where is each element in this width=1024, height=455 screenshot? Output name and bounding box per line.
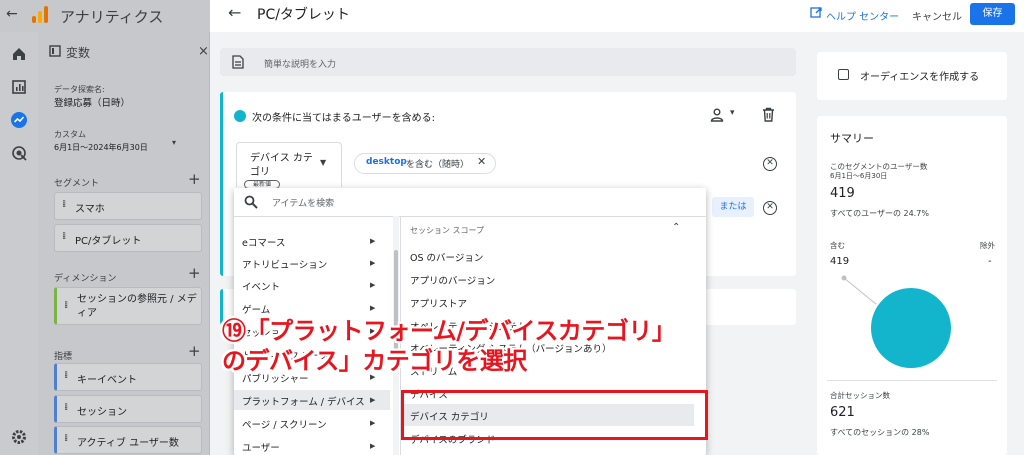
annotation-line-2: のデバイス」カテゴリを選択 [222, 347, 527, 375]
or-button[interactable]: または [712, 197, 754, 217]
home-icon[interactable] [10, 45, 28, 63]
drag-handle-icon[interactable]: ⁞⁞ [64, 402, 69, 413]
dimension-item[interactable]: アプリストア [410, 296, 695, 310]
date-range-value[interactable]: 6月1日～2024年6月30日 [54, 142, 148, 153]
segment-name[interactable]: PC/タブレット [257, 4, 350, 24]
summary-users-value: 419 [830, 186, 855, 201]
dimension-card[interactable]: ⁞⁞ セッションの参照元 / メディア [54, 287, 202, 325]
dataset-label: データ探索名: [54, 85, 105, 94]
pie-leader-dot [841, 275, 847, 281]
dimensions-label: ディメンション [54, 274, 117, 284]
open-in-new-icon[interactable] [810, 7, 822, 19]
segment-label: スマホ [75, 204, 105, 215]
condition-dot-icon [234, 110, 246, 122]
explore-icon[interactable] [10, 111, 28, 129]
advertising-icon[interactable] [10, 144, 28, 162]
condition-chip-value: desktop [366, 157, 407, 167]
dimension-item[interactable]: アプリのバージョン [410, 273, 695, 287]
dropdown-search-input[interactable]: アイテムを検索 [272, 196, 334, 209]
variables-icon [49, 45, 61, 57]
chevron-right-icon: ▶ [370, 304, 376, 312]
sessions-pct: すべてのセッションの 28% [830, 428, 930, 437]
summary-users-pct: すべてのユーザーの 24.7% [830, 209, 929, 218]
add-metric-button[interactable]: + [188, 342, 201, 360]
dropdown-divider [234, 216, 706, 217]
chevron-right-icon: ▶ [370, 442, 376, 450]
metric-label: セッション [77, 407, 127, 418]
metrics-label: 指標 [54, 352, 73, 362]
close-icon[interactable]: × [198, 44, 209, 59]
segment-label: PC/タブレット [75, 236, 142, 247]
chevron-down-icon[interactable]: ▾ [730, 108, 735, 118]
back-arrow-icon[interactable]: ← [6, 6, 18, 22]
app-title: アナリティクス [60, 8, 164, 26]
annotation-line-1: ⑲「プラットフォーム/デバイスカテゴリ」 [222, 317, 676, 345]
left-nav-rail [0, 0, 38, 455]
back-arrow-icon[interactable]: ← [228, 3, 241, 22]
condition-chip-operator: を含む（随時） [406, 160, 470, 170]
drag-handle-icon[interactable]: ⁞⁞ [64, 433, 69, 444]
metric-label: キーイベント [77, 375, 137, 386]
metric-label: アクティブ ユーザー数 [77, 438, 179, 449]
remove-condition-icon[interactable]: ✕ [763, 157, 777, 171]
help-center-link[interactable]: ヘルプ センター [826, 8, 899, 23]
search-icon [244, 195, 258, 209]
add-dimension-button[interactable]: + [188, 264, 201, 282]
summary-divider [827, 380, 997, 381]
chevron-up-icon[interactable]: ⌃ [672, 222, 680, 233]
chevron-right-icon: ▶ [370, 396, 376, 404]
dataset-name[interactable]: 登録応募（日時） [54, 95, 130, 109]
segment-card[interactable]: ⁞⁞ PC/タブレット [54, 224, 202, 252]
metric-card[interactable]: ⁞⁞ セッション [54, 395, 202, 423]
include-label: 含む [830, 241, 845, 250]
person-icon[interactable] [710, 108, 724, 122]
summary-title: サマリー [830, 132, 874, 145]
remove-condition-icon[interactable]: ✕ [763, 201, 777, 215]
date-range-label: カスタム [54, 130, 86, 139]
dimension-item[interactable]: OS のバージョン [410, 250, 695, 264]
chevron-right-icon: ▶ [370, 259, 376, 267]
dimension-label: セッションの参照元 / メディア [77, 294, 197, 319]
drag-handle-icon[interactable]: ⁞⁞ [62, 231, 67, 242]
trash-icon[interactable] [762, 107, 775, 122]
date-dropdown-caret-icon[interactable]: ▾ [172, 138, 176, 147]
add-segment-button[interactable]: + [188, 170, 201, 188]
chevron-right-icon: ▶ [370, 237, 376, 245]
scope-header: セッション スコープ [410, 226, 485, 235]
exclude-label: 除外 [980, 241, 995, 250]
segments-label: セグメント [54, 179, 100, 189]
metric-card[interactable]: ⁞⁞ キーイベント [54, 363, 202, 391]
settings-icon[interactable] [10, 428, 28, 446]
close-icon[interactable]: ✕ [477, 155, 486, 168]
drag-handle-icon[interactable]: ⁞⁞ [64, 299, 69, 313]
chevron-right-icon: ▶ [370, 419, 376, 427]
segment-card[interactable]: ⁞⁞ スマホ [54, 192, 202, 220]
summary-pie-chart [841, 275, 951, 368]
drag-handle-icon[interactable]: ⁞⁞ [64, 370, 69, 381]
drag-handle-icon[interactable]: ⁞⁞ [62, 199, 67, 210]
summary-users-date: 6月1日～6月30日 [830, 172, 888, 180]
sessions-label: 合計セッション数 [830, 391, 890, 400]
sessions-value: 621 [830, 405, 855, 420]
description-placeholder[interactable]: 簡単な説明を入力 [264, 57, 336, 70]
save-button[interactable]: 保存 [970, 3, 1015, 25]
cancel-button[interactable]: キャンセル [912, 8, 962, 23]
metric-card[interactable]: ⁞⁞ アクティブ ユーザー数 [54, 426, 202, 454]
chevron-right-icon: ▶ [370, 281, 376, 289]
annotation-highlight-box [401, 390, 708, 440]
chevron-down-icon[interactable]: ▼ [320, 158, 326, 167]
audience-checkbox[interactable] [838, 69, 849, 80]
description-icon [232, 55, 244, 69]
condition-title: 次の条件に当てはまるユーザーを含める: [252, 113, 435, 124]
analytics-logo-icon [32, 6, 48, 23]
variables-title: 変数 [66, 46, 91, 60]
pie-slice-include [871, 288, 951, 368]
reports-icon[interactable] [10, 78, 28, 96]
tutorial-annotation: ⑲「プラットフォーム/デバイスカテゴリ」 のデバイス」カテゴリを選択 [222, 316, 676, 376]
dimension-selector-label: デバイス カテゴリ [250, 153, 313, 178]
audience-label[interactable]: オーディエンスを作成する [860, 68, 979, 83]
pie-leader-line [843, 277, 877, 305]
